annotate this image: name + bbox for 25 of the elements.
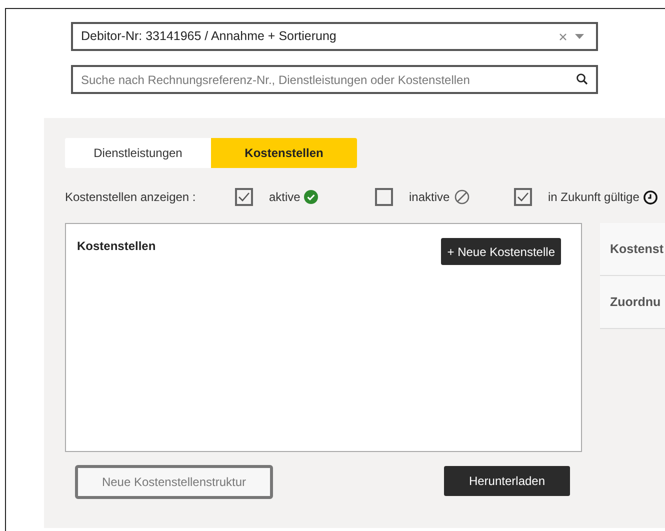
panel-title: Kostenstellen [77,238,156,255]
checkbox[interactable] [514,188,532,206]
download-button[interactable]: Herunterladen [444,466,570,496]
search-icon[interactable] [576,73,588,85]
checkbox-label: aktive [269,189,300,206]
clock-icon [643,190,658,204]
ban-icon [454,189,470,205]
debtor-select[interactable]: Debitor-Nr: 33141965 / Annahme + Sortierung [71,22,598,51]
new-cost-center-button[interactable]: + Neue Kostenstelle [441,238,561,265]
clear-icon[interactable] [559,32,567,40]
tab[interactable]: Dienstleistungen [65,138,211,168]
checkbox[interactable] [375,188,393,206]
checkbox-label: in Zukunft gültige [548,189,640,206]
side-panel-row[interactable]: Kostenst [600,223,665,276]
check-icon [238,192,250,202]
side-panel-row[interactable]: Zuordnu [600,276,665,329]
check-icon [517,192,529,202]
check-circle-icon [304,190,318,204]
new-structure-button[interactable]: Neue Kostenstellenstruktur [75,465,273,499]
filter-label: Kostenstellen anzeigen : [65,189,197,206]
checkbox[interactable] [235,188,253,206]
tab[interactable]: Kostenstellen [211,138,357,168]
search-field[interactable]: Suche nach Rechnungsreferenz-Nr., Dienstleistungen oder Kostenstellen [71,65,598,94]
checkbox-label: inaktive [409,189,450,206]
caret-icon[interactable] [575,34,584,39]
